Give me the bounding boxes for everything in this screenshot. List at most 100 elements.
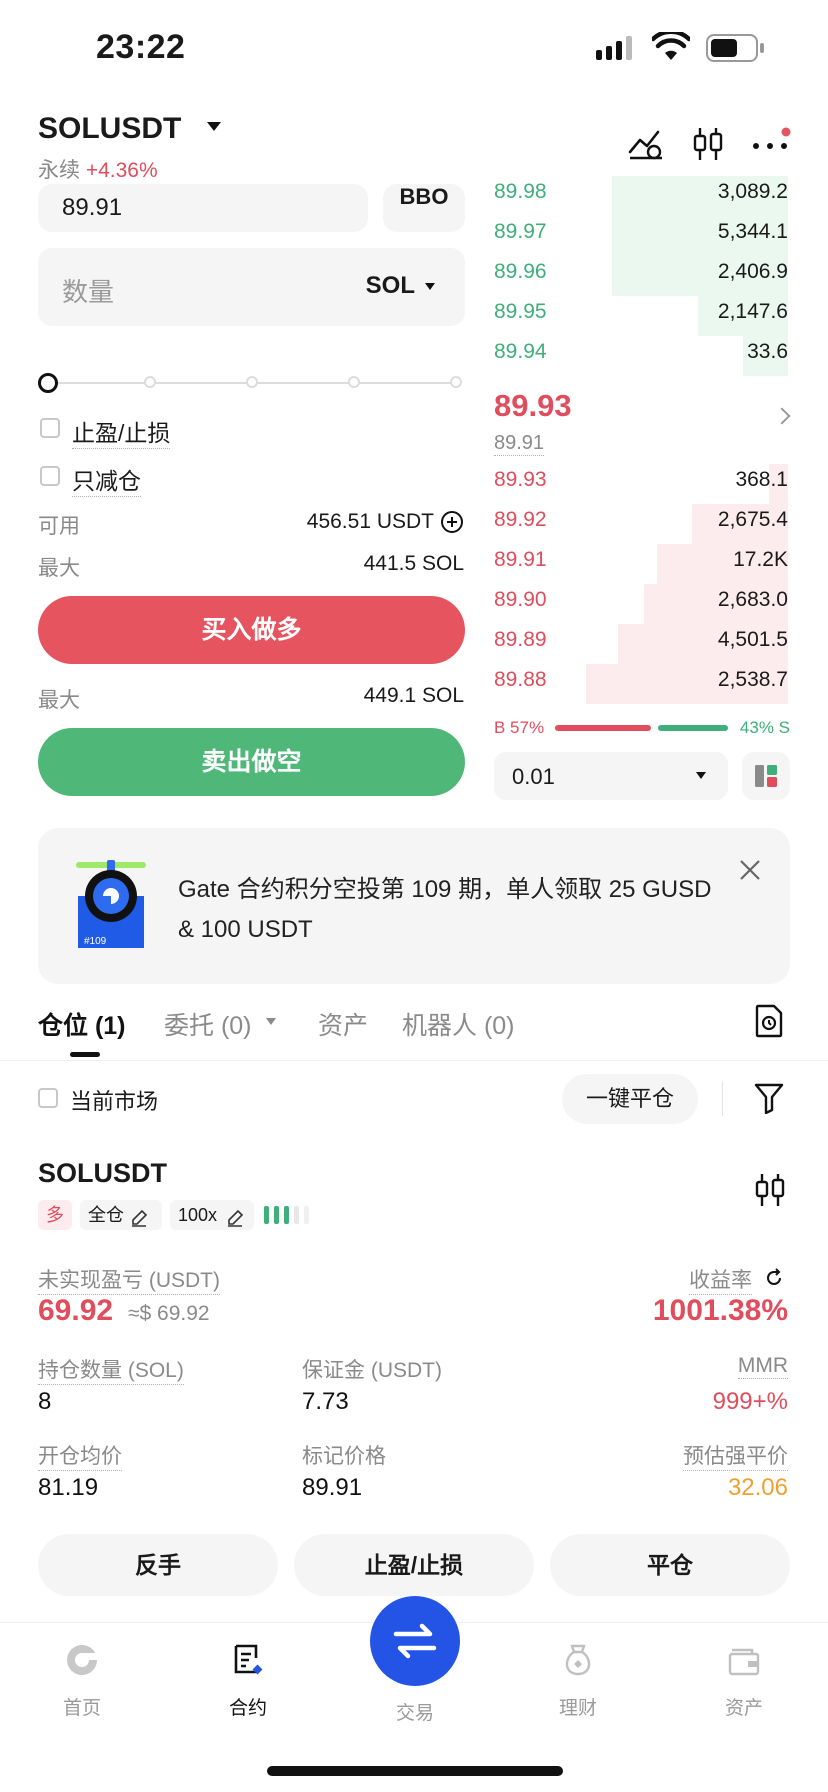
bid-qty[interactable]: 368.1 [735,468,788,492]
earn-icon [560,1642,596,1683]
close-position-button[interactable]: 平仓 [550,1534,790,1596]
bid-qty[interactable]: 4,501.5 [718,628,788,652]
book-layout-icon[interactable] [742,752,790,800]
candlestick-chart-icon[interactable] [692,126,724,167]
ask-qty[interactable]: 33.6 [747,340,788,364]
battery-icon [706,34,766,67]
bid-price[interactable]: 89.91 [494,548,547,572]
nav-trade-label[interactable]: 交易 [365,1698,465,1725]
banner-text: Gate 合约积分空投第 109 期，单人领取 25 GUSD & 100 US… [178,876,712,943]
margin-mode-tag[interactable]: 全仓 [80,1200,162,1230]
close-icon[interactable] [738,858,762,887]
slider-mark-25[interactable] [144,376,156,388]
transfer-plus-icon[interactable] [440,510,464,539]
bid-price[interactable]: 89.89 [494,628,547,652]
nav-home-label: 首页 [62,1698,101,1719]
trade-button[interactable] [370,1596,460,1686]
mmr-label[interactable]: MMR [737,1354,788,1379]
bid-qty[interactable]: 17.2K [733,548,788,572]
max-buy-label: 最大 [38,557,80,580]
price-alert-icon[interactable] [628,128,664,165]
current-market-checkbox[interactable] [38,1088,58,1108]
futures-icon [230,1642,266,1683]
tp-sl-label[interactable]: 止盈/止损 [72,414,171,449]
entry-value: 81.19 [38,1474,99,1501]
chevron-down-icon[interactable] [266,1018,276,1025]
ask-price[interactable]: 89.95 [494,300,547,324]
ask-price[interactable]: 89.94 [494,340,547,364]
leverage: 100x [178,1205,218,1225]
ask-price[interactable]: 89.98 [494,180,547,204]
margin-value: 7.73 [302,1388,349,1415]
pair-selector[interactable]: SOLUSDT [38,112,181,146]
wallet-icon [726,1642,762,1683]
leverage-tag[interactable]: 100x [170,1200,254,1230]
edit-icon[interactable] [130,1206,148,1236]
nav-home[interactable]: 首页 [32,1642,132,1720]
ask-qty[interactable]: 2,406.9 [718,260,788,284]
slider-mark-50[interactable] [246,376,258,388]
home-icon [64,1642,100,1683]
edit-icon[interactable] [226,1206,244,1236]
bid-qty[interactable]: 2,538.7 [718,668,788,692]
buy-long-button[interactable]: 买入做多 [38,596,465,664]
chevron-right-icon[interactable] [773,407,791,425]
tp-sl-button[interactable]: 止盈/止损 [294,1534,534,1596]
size-value: 8 [38,1388,52,1415]
upnl-label[interactable]: 未实现盈亏 (USDT) [38,1264,220,1295]
slider-mark-75[interactable] [348,376,360,388]
max-sell-value: 449.1 SOL [363,684,464,707]
tick-size-selector[interactable]: 0.01 [494,752,728,800]
chevron-down-icon[interactable] [207,122,221,131]
tab-orders[interactable]: 委托 (0) [164,1006,252,1042]
tab-bots[interactable]: 机器人 (0) [402,1006,515,1042]
slider-handle[interactable] [38,373,58,393]
roe-label[interactable]: 收益率 [689,1264,752,1295]
upnl-value: 69.92 [38,1294,114,1327]
tab-positions[interactable]: 仓位 (1) [38,1006,126,1042]
reduce-only-label[interactable]: 只减仓 [72,462,141,497]
bid-price[interactable]: 89.92 [494,508,547,532]
bid-price[interactable]: 89.90 [494,588,547,612]
home-indicator [267,1766,563,1776]
chevron-down-icon[interactable] [696,772,706,779]
size-label[interactable]: 持仓数量 (SOL) [38,1354,184,1385]
ask-qty[interactable]: 2,147.6 [718,300,788,324]
ask-price[interactable]: 89.97 [494,220,547,244]
entry-label[interactable]: 开仓均价 [38,1440,122,1471]
current-market-label[interactable]: 当前市场 [70,1084,158,1116]
history-icon[interactable] [754,1004,784,1043]
promo-banner[interactable]: #109 Gate 合约积分空投第 109 期，单人领取 25 GUSD & 1… [38,828,790,984]
tab-assets[interactable]: 资产 [318,1006,368,1042]
liq-label[interactable]: 预估强平价 [683,1440,788,1471]
filter-icon[interactable] [754,1082,784,1119]
refresh-icon[interactable] [764,1268,784,1293]
candlestick-chart-icon[interactable] [754,1172,786,1213]
ask-qty[interactable]: 3,089.2 [718,180,788,204]
bid-qty[interactable]: 2,683.0 [718,588,788,612]
tp-sl-checkbox[interactable] [40,418,60,438]
sell-short-button[interactable]: 卖出做空 [38,728,465,796]
close-all-button[interactable]: 一键平仓 [562,1074,698,1124]
bbo-button[interactable]: BBO [383,184,465,232]
quantity-input[interactable]: 数量 SOL [38,248,465,326]
reduce-only-checkbox[interactable] [40,466,60,486]
last-price: 89.93 [494,388,572,423]
more-icon[interactable] [752,126,792,167]
bid-qty[interactable]: 2,675.4 [718,508,788,532]
nav-earn[interactable]: 理财 [528,1642,628,1720]
reverse-button[interactable]: 反手 [38,1534,278,1596]
nav-assets[interactable]: 资产 [694,1642,794,1720]
quantity-unit-selector[interactable]: SOL [366,272,415,300]
bid-price[interactable]: 89.93 [494,468,547,492]
price-input[interactable]: 89.91 [38,184,368,232]
nav-futures[interactable]: 合约 [198,1642,298,1720]
chevron-down-icon[interactable] [425,283,435,290]
sell-ratio: 43% S [739,718,790,737]
price-change: +4.36% [85,159,158,182]
ask-qty[interactable]: 5,344.1 [718,220,788,244]
ask-price[interactable]: 89.96 [494,260,547,284]
bid-price[interactable]: 89.88 [494,668,547,692]
slider-mark-100[interactable] [450,376,462,388]
position-pair[interactable]: SOLUSDT [38,1158,167,1189]
